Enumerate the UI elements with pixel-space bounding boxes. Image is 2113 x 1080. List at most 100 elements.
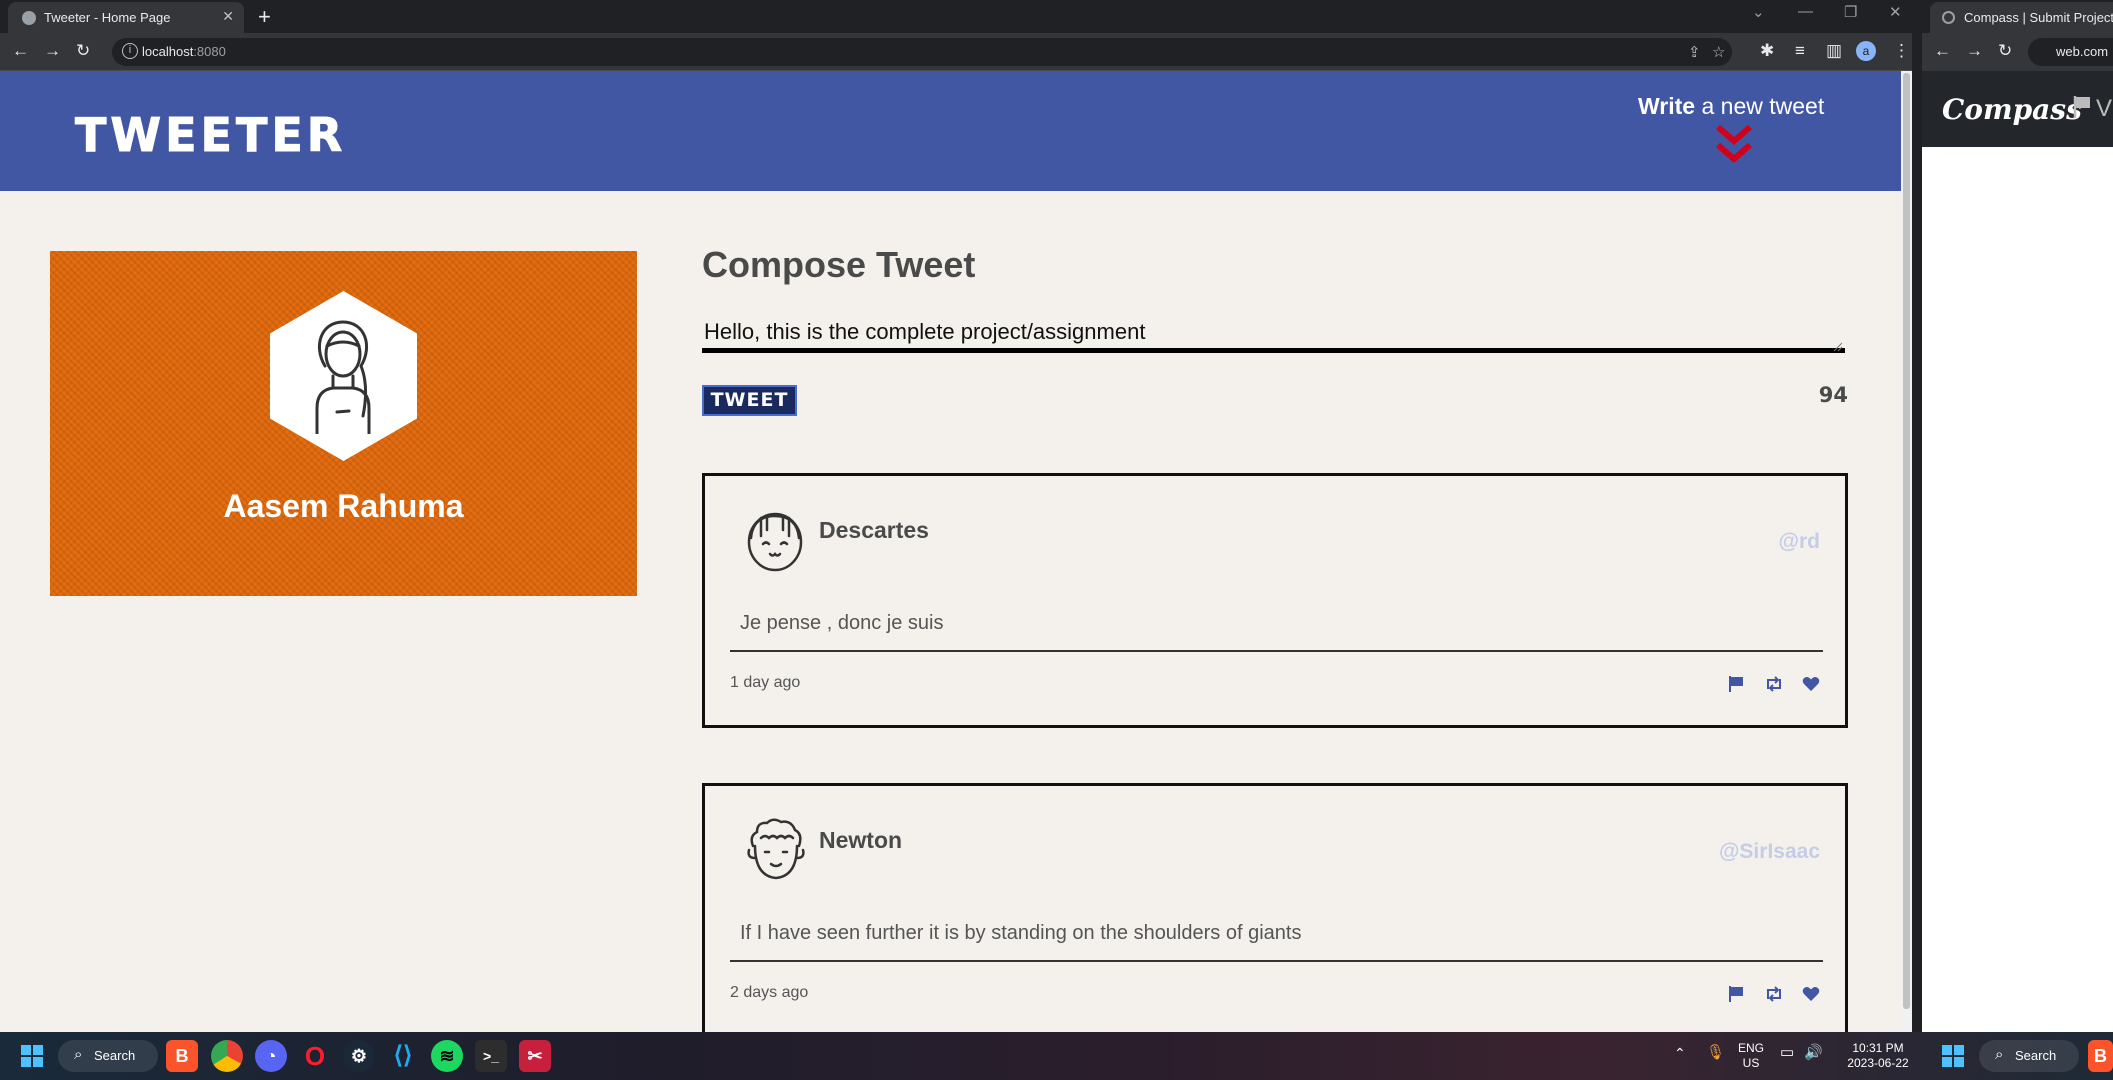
profile-hexagon	[270, 291, 417, 461]
tab-title: Compass | Submit Project fo	[1964, 10, 2113, 25]
spotify-icon[interactable]: ≋	[431, 1040, 463, 1072]
close-window-icon[interactable]: ✕	[1889, 3, 1902, 21]
restore-icon[interactable]: ❐	[1844, 3, 1857, 21]
tweet-timestamp: 1 day ago	[730, 674, 801, 691]
page-scrollbar[interactable]	[1901, 71, 1912, 1032]
globe-icon	[1942, 11, 1955, 24]
url-text[interactable]: localhost:8080	[142, 44, 226, 59]
windows-taskbar: ⌕ Search B ◔ O ⚙ ⟨⟩ ≋ >_ ✂ ⌃ 🎙 ENG US ▭ …	[0, 1032, 2113, 1080]
language-indicator[interactable]: ENG US	[1738, 1041, 1764, 1071]
resize-grip-icon[interactable]	[1833, 339, 1843, 352]
url-port: :8080	[193, 44, 226, 59]
search-label: Search	[94, 1048, 136, 1063]
chrome-icon[interactable]	[211, 1040, 243, 1072]
extensions-icon[interactable]: ✱	[1760, 41, 1774, 61]
reload-icon[interactable]: ↻	[76, 41, 90, 61]
site-logo[interactable]: TWEETER	[74, 108, 346, 163]
address-bar[interactable]: i localhost:8080 ⇪ ☆	[112, 38, 1732, 66]
tab-strip: Tweeter - Home Page ✕ + ⌄ — ❐ ✕	[0, 0, 1912, 33]
flag-icon[interactable]	[1727, 675, 1745, 698]
curly-hair-avatar-icon	[745, 816, 807, 887]
site-header: TWEETER Write a new tweet	[0, 71, 1901, 191]
scrollbar-thumb[interactable]	[1903, 73, 1910, 1009]
flag-icon[interactable]	[2072, 95, 2092, 124]
taskbar-search-secondary[interactable]: ⌕ Search	[1979, 1040, 2079, 1072]
steam-icon[interactable]: ⚙	[343, 1040, 375, 1072]
compass-header: Compass V	[1922, 71, 2113, 147]
tweet-handle[interactable]: @SirIsaac	[1719, 840, 1820, 864]
tab-compass[interactable]: Compass | Submit Project fo	[1930, 2, 2113, 33]
forward-icon[interactable]: →	[1966, 41, 1983, 61]
page-viewport: TWEETER Write a new tweet Aasem Rahuma C…	[0, 71, 1901, 1032]
system-clock[interactable]: 10:31 PM 2023-06-22	[1838, 1041, 1918, 1071]
forward-icon[interactable]: →	[44, 41, 61, 61]
bookmark-star-icon[interactable]: ☆	[1712, 43, 1725, 61]
browser-window-right: Compass | Submit Project fo ← → ↻ web.co…	[1922, 0, 2113, 1032]
minimize-icon[interactable]: —	[1798, 3, 1813, 20]
profile-avatar[interactable]: a	[1856, 41, 1876, 61]
nav-text-fragment[interactable]: V	[2096, 95, 2112, 123]
close-tab-icon[interactable]: ✕	[222, 8, 234, 25]
tweet-actions	[1713, 675, 1820, 698]
network-icon[interactable]: ▭	[1780, 1045, 1794, 1060]
tweet-text: Je pense , donc je suis	[740, 612, 944, 634]
search-icon: ⌕	[1995, 1046, 2004, 1063]
terminal-icon[interactable]: >_	[475, 1040, 507, 1072]
microphone-icon[interactable]: 🎙	[1706, 1045, 1725, 1060]
menu-kebab-icon[interactable]: ⋮	[1893, 41, 1910, 61]
tab-title: Tweeter - Home Page	[44, 10, 171, 25]
tweet-text: If I have seen further it is by standing…	[740, 922, 1302, 944]
tab-strip-right: Compass | Submit Project fo	[1922, 0, 2113, 33]
tab-tweeter-home[interactable]: Tweeter - Home Page ✕	[8, 2, 244, 33]
user-avatar-icon	[303, 316, 383, 439]
new-tab-button[interactable]: +	[258, 4, 271, 30]
media-icon[interactable]: ≡	[1795, 41, 1805, 61]
write-rest: a new tweet	[1695, 93, 1825, 119]
profile-card: Aasem Rahuma	[50, 251, 637, 596]
globe-icon	[22, 11, 36, 25]
back-icon[interactable]: ←	[1934, 41, 1951, 61]
windows-start-icon-secondary[interactable]	[1937, 1040, 1969, 1072]
browser-toolbar: ← → ↻ i localhost:8080 ⇪ ☆ ✱ ≡ ▥ a ⋮	[0, 33, 1912, 71]
tweet-author[interactable]: Newton	[819, 827, 902, 854]
windows-start-icon[interactable]	[16, 1040, 48, 1072]
clock-time: 10:31 PM	[1852, 1041, 1904, 1055]
compose-tweet-input[interactable]	[702, 316, 1845, 353]
snipping-tool-icon[interactable]: ✂	[519, 1040, 551, 1072]
lang-top: ENG	[1738, 1041, 1765, 1055]
tweet-actions	[1713, 985, 1820, 1008]
tweet-card: Descartes @rd Je pense , donc je suis 1 …	[702, 473, 1848, 728]
tweet-submit-button[interactable]: TWEET	[702, 385, 797, 416]
heart-icon[interactable]	[1802, 676, 1820, 697]
write-new-tweet-link[interactable]: Write a new tweet	[1638, 93, 1824, 120]
brave-icon[interactable]: B	[2088, 1040, 2113, 1072]
search-label: Search	[2015, 1048, 2057, 1063]
back-icon[interactable]: ←	[12, 41, 29, 61]
side-panel-icon[interactable]: ▥	[1826, 41, 1842, 61]
retweet-icon[interactable]	[1764, 675, 1784, 698]
tweet-author[interactable]: Descartes	[819, 517, 929, 544]
brave-icon[interactable]: B	[166, 1040, 198, 1072]
browser-toolbar-right: ← → ↻ web.com	[1922, 33, 2113, 71]
opera-icon[interactable]: O	[299, 1040, 331, 1072]
site-info-icon[interactable]: i	[122, 43, 138, 59]
vscode-icon[interactable]: ⟨⟩	[387, 1040, 419, 1072]
volume-icon[interactable]: 🔊	[1804, 1045, 1823, 1060]
tab-search-icon[interactable]: ⌄	[1752, 3, 1765, 21]
browser-window-left: Tweeter - Home Page ✕ + ⌄ — ❐ ✕ ← → ↻ i …	[0, 0, 1912, 1032]
address-bar[interactable]: web.com	[2028, 38, 2113, 66]
discord-icon[interactable]: ◔	[255, 1040, 287, 1072]
tray-overflow-chevron-icon[interactable]: ⌃	[1674, 1046, 1686, 1061]
double-chevron-down-icon[interactable]	[1715, 123, 1753, 170]
reload-icon[interactable]: ↻	[1998, 41, 2012, 61]
divider	[730, 650, 1823, 652]
share-icon[interactable]: ⇪	[1688, 43, 1701, 61]
flag-icon[interactable]	[1727, 985, 1745, 1008]
girl-avatar-icon	[745, 506, 805, 577]
compass-logo[interactable]: Compass	[1942, 93, 2082, 126]
tweet-handle[interactable]: @rd	[1779, 530, 1820, 554]
heart-icon[interactable]	[1802, 986, 1820, 1007]
write-bold: Write	[1638, 93, 1696, 119]
retweet-icon[interactable]	[1764, 985, 1784, 1008]
taskbar-search[interactable]: ⌕ Search	[58, 1040, 158, 1072]
